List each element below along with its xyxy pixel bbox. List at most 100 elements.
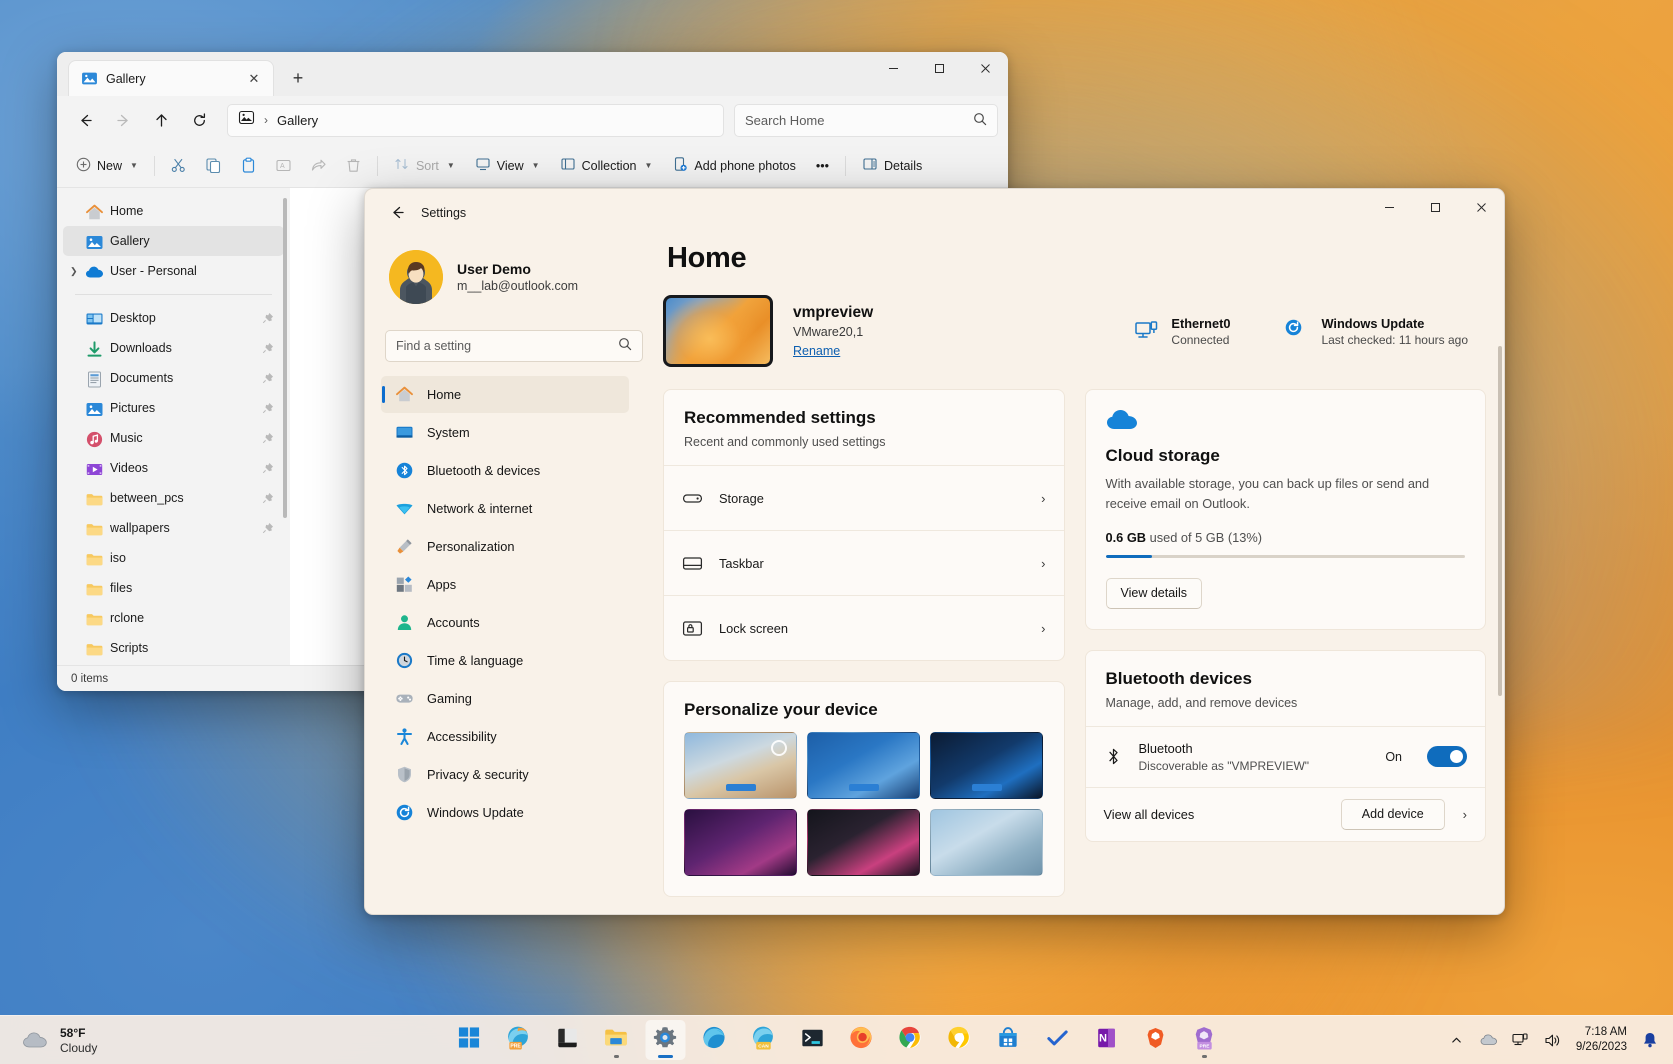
view-all-devices-link[interactable]: View all devices (1104, 807, 1341, 822)
taskbar-settings[interactable] (645, 1020, 685, 1060)
taskbar-chrome[interactable] (890, 1020, 930, 1060)
pin-icon[interactable] (262, 372, 274, 384)
settings-scrollbar[interactable] (1498, 346, 1502, 696)
recommended-item-taskbar[interactable]: Taskbar › (664, 530, 1064, 595)
minimize-icon[interactable] (870, 52, 916, 85)
pin-icon[interactable] (262, 432, 274, 444)
chevron-right-icon[interactable]: › (1041, 556, 1045, 571)
sidebar-item-time-language[interactable]: Time & language (381, 642, 629, 679)
bluetooth-toggle[interactable] (1427, 746, 1467, 768)
sort-button[interactable]: Sort ▼ (385, 150, 464, 182)
close-icon[interactable] (962, 52, 1008, 85)
explorer-sidebar-item-files[interactable]: files (63, 573, 284, 603)
close-icon[interactable] (1458, 189, 1504, 225)
back-arrow-icon[interactable] (379, 197, 415, 229)
maximize-icon[interactable] (916, 52, 962, 85)
sidebar-item-accessibility[interactable]: Accessibility (381, 718, 629, 755)
search-icon[interactable] (973, 112, 987, 129)
bell-icon[interactable] (1641, 1031, 1659, 1049)
taskbar-brave-preview[interactable]: PRE (1184, 1020, 1224, 1060)
recommended-item-storage[interactable]: Storage › (664, 465, 1064, 530)
taskbar-brave[interactable] (1135, 1020, 1175, 1060)
pin-icon[interactable] (262, 522, 274, 534)
status-chip-windows-update[interactable]: Windows Update Last checked: 11 hours ago (1284, 316, 1468, 347)
explorer-sidebar-item-downloads[interactable]: Downloads (63, 333, 284, 363)
maximize-icon[interactable] (1412, 189, 1458, 225)
wallpaper-option-4[interactable] (684, 809, 798, 876)
sidebar-item-bluetooth-devices[interactable]: Bluetooth & devices (381, 452, 629, 489)
sidebar-item-accounts[interactable]: Accounts (381, 604, 629, 641)
avatar[interactable] (389, 250, 443, 304)
rename-device-link[interactable]: Rename (793, 344, 873, 358)
add-device-button[interactable]: Add device (1340, 798, 1445, 830)
details-button[interactable]: Details (853, 150, 931, 182)
chevron-right-icon[interactable]: ❯ (70, 266, 78, 277)
explorer-sidebar-item-videos[interactable]: Videos (63, 453, 284, 483)
taskbar-microsoft-store[interactable] (988, 1020, 1028, 1060)
taskbar-edge-preview[interactable]: PRE (498, 1020, 538, 1060)
close-icon[interactable]: ✕ (243, 68, 265, 90)
pin-icon[interactable] (262, 402, 274, 414)
sidebar-item-privacy-security[interactable]: Privacy & security (381, 756, 629, 793)
taskbar-start-button[interactable] (449, 1020, 489, 1060)
explorer-sidebar-item-desktop[interactable]: Desktop (63, 303, 284, 333)
clock[interactable]: 7:18 AM 9/26/2023 (1576, 1025, 1627, 1055)
wallpaper-option-2[interactable] (807, 732, 921, 799)
cut-icon[interactable] (162, 150, 195, 182)
taskbar-chrome-canary[interactable] (939, 1020, 979, 1060)
minimize-icon[interactable] (1366, 189, 1412, 225)
refresh-icon[interactable] (181, 103, 217, 137)
wallpaper-option-3[interactable] (930, 732, 1044, 799)
explorer-sidebar-item-between-pcs[interactable]: between_pcs (63, 483, 284, 513)
new-button[interactable]: New ▼ (67, 150, 147, 182)
status-chip-ethernet0[interactable]: Ethernet0 Connected (1134, 316, 1230, 347)
search-icon[interactable] (618, 337, 632, 356)
explorer-sidebar-item-rclone[interactable]: rclone (63, 603, 284, 633)
breadcrumb[interactable]: Gallery (277, 113, 318, 128)
taskbar-file-explorer[interactable] (596, 1020, 636, 1060)
speaker-icon[interactable] (1544, 1031, 1562, 1049)
explorer-sidebar-item-gallery[interactable]: Gallery (63, 226, 284, 256)
explorer-tab-gallery[interactable]: Gallery ✕ (68, 60, 274, 96)
explorer-sidebar-item-user-personal[interactable]: ❯ User - Personal (63, 256, 284, 286)
up-arrow-icon[interactable] (143, 103, 179, 137)
add-phone-photos-button[interactable]: Add phone photos (663, 150, 804, 182)
delete-icon[interactable] (337, 150, 370, 182)
explorer-sidebar-item-music[interactable]: Music (63, 423, 284, 453)
sidebar-item-personalization[interactable]: Personalization (381, 528, 629, 565)
wallpaper-option-6[interactable] (930, 809, 1044, 876)
pin-icon[interactable] (262, 342, 274, 354)
explorer-sidebar-item-scripts[interactable]: Scripts (63, 633, 284, 663)
ethernet-icon[interactable] (1512, 1031, 1530, 1049)
explorer-sidebar-item-wallpapers[interactable]: wallpapers (63, 513, 284, 543)
chevron-down-icon[interactable]: ▼ (644, 161, 652, 170)
taskbar-terminal[interactable] (792, 1020, 832, 1060)
chevron-down-icon[interactable]: ▼ (130, 161, 138, 170)
chevron-up-icon[interactable] (1448, 1031, 1466, 1049)
cloud-icon[interactable] (1480, 1031, 1498, 1049)
pin-icon[interactable] (262, 312, 274, 324)
pin-icon[interactable] (262, 462, 274, 474)
sidebar-item-apps[interactable]: Apps (381, 566, 629, 603)
explorer-sidebar-item-iso[interactable]: iso (63, 543, 284, 573)
taskbar-edge-canary[interactable]: CAN (743, 1020, 783, 1060)
sidebar-item-network-internet[interactable]: Network & internet (381, 490, 629, 527)
share-icon[interactable] (302, 150, 335, 182)
taskbar-dark-app[interactable] (547, 1020, 587, 1060)
new-tab-button[interactable]: + (283, 63, 313, 93)
find-setting-field[interactable] (396, 339, 596, 353)
chevron-down-icon[interactable]: ▼ (532, 161, 540, 170)
search-input[interactable]: Search Home (734, 103, 998, 137)
sidebar-item-windows-update[interactable]: Windows Update (381, 794, 629, 831)
chevron-right-icon[interactable]: › (1463, 807, 1467, 822)
recommended-item-lock-screen[interactable]: Lock screen › (664, 595, 1064, 660)
back-arrow-icon[interactable] (67, 103, 103, 137)
wallpaper-option-5[interactable] (807, 809, 921, 876)
user-profile[interactable]: User Demo m__lab@outlook.com (381, 236, 629, 314)
taskbar-firefox[interactable] (841, 1020, 881, 1060)
copy-icon[interactable] (197, 150, 230, 182)
view-details-button[interactable]: View details (1105, 577, 1202, 609)
view-button[interactable]: View ▼ (466, 150, 549, 182)
taskbar-todo[interactable] (1037, 1020, 1077, 1060)
chevron-down-icon[interactable]: ▼ (447, 161, 455, 170)
